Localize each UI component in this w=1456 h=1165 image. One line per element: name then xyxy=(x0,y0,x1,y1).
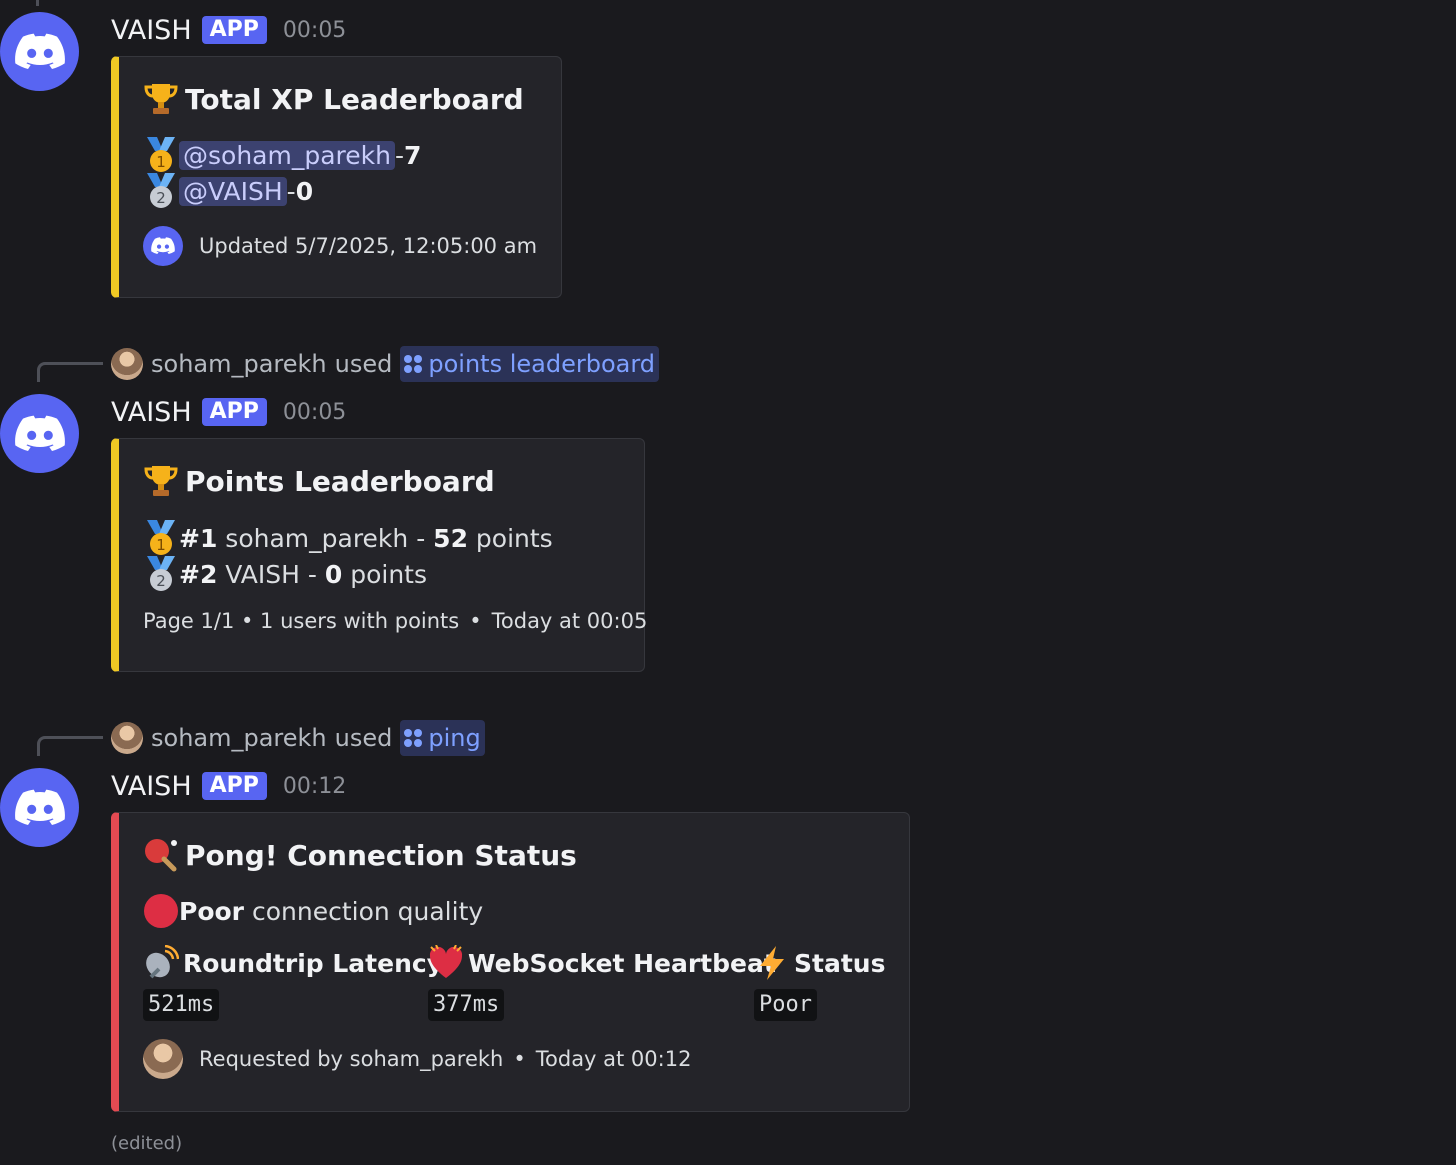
embed-xp-leaderboard: Total XP Leaderboard 1 @soham_parekh - 7… xyxy=(111,56,562,298)
timestamp[interactable]: 00:12 xyxy=(283,774,346,799)
footer-text: Page 1/1 • 1 users with points xyxy=(143,609,460,633)
slash-command-icon xyxy=(404,729,423,747)
edited-label: (edited) xyxy=(111,1133,183,1154)
satellite-dish-icon xyxy=(143,945,179,981)
footer-text: Requested by soham_parekh xyxy=(199,1047,504,1071)
app-tag: APP xyxy=(201,16,267,44)
reply-connector xyxy=(37,362,103,382)
embed-ping-status: Pong! Connection Status Poor connection … xyxy=(111,812,910,1112)
latency-value: 521ms xyxy=(143,989,220,1021)
embed-points-leaderboard: Points Leaderboard 1 #1 soham_parekh - 5… xyxy=(111,438,648,672)
slash-command-pill[interactable]: points leaderboard xyxy=(400,346,660,382)
slash-command-icon xyxy=(404,355,423,373)
command-reply-line: soham_parekh used points leaderboard xyxy=(111,346,660,382)
discord-logo-icon xyxy=(14,789,65,825)
reply-connector xyxy=(37,736,103,756)
svg-text:1: 1 xyxy=(156,153,166,171)
footer-timestamp: Today at 00:05 xyxy=(491,609,648,633)
xp-value: 0 xyxy=(295,176,314,206)
thread-line-top xyxy=(36,0,40,6)
points-value: 52 xyxy=(433,523,468,553)
field-roundtrip-latency: Roundtrip Latency 521ms xyxy=(143,945,443,1021)
command-reply-line: soham_parekh used ping xyxy=(111,720,485,756)
leaderboard-entry: 1 @soham_parekh - 7 xyxy=(143,137,421,173)
trophy-icon xyxy=(143,463,179,499)
leaderboard-entry: 1 #1 soham_parekh - 52 points xyxy=(143,520,553,556)
app-tag: APP xyxy=(201,772,267,800)
connection-quality: Poor connection quality xyxy=(143,893,483,929)
footer-timestamp: Today at 00:12 xyxy=(535,1047,692,1071)
timestamp[interactable]: 00:05 xyxy=(283,18,346,43)
red-circle-icon xyxy=(143,893,179,929)
username[interactable]: VAISH xyxy=(111,397,192,428)
rank: #2 xyxy=(179,559,218,589)
embed-title: Pong! Connection Status xyxy=(143,837,577,873)
second-place-medal-icon: 2 xyxy=(143,173,179,209)
message-header: VAISH APP 00:12 xyxy=(111,769,346,803)
field-websocket-heartbeat: WebSocket Heartbeat 377ms xyxy=(428,945,776,1021)
heartbeat-value: 377ms xyxy=(428,989,505,1021)
discord-logo-icon xyxy=(14,415,65,451)
user-mention[interactable]: @soham_parekh xyxy=(179,140,395,170)
username[interactable]: VAISH xyxy=(111,771,192,802)
embed-title: Points Leaderboard xyxy=(143,463,495,499)
ping-pong-icon xyxy=(143,837,179,873)
bot-avatar[interactable] xyxy=(0,12,79,91)
svg-text:2: 2 xyxy=(156,189,166,207)
embed-title: Total XP Leaderboard xyxy=(143,81,524,117)
discord-icon xyxy=(143,226,183,266)
reply-username[interactable]: soham_parekh xyxy=(151,724,327,752)
svg-text:1: 1 xyxy=(156,536,166,554)
reply-username[interactable]: soham_parekh xyxy=(151,350,327,378)
message-header: VAISH APP 00:05 xyxy=(111,395,346,429)
field-status: Status Poor xyxy=(754,945,885,1021)
bot-avatar[interactable] xyxy=(0,768,79,847)
embed-footer: Requested by soham_parekh • Today at 00:… xyxy=(143,1039,691,1079)
requester-avatar xyxy=(143,1039,183,1079)
first-place-medal-icon: 1 xyxy=(143,520,179,556)
heart-icon xyxy=(428,945,464,981)
message-header: VAISH APP 00:05 xyxy=(111,13,346,47)
trophy-icon xyxy=(143,81,179,117)
svg-text:2: 2 xyxy=(156,572,166,590)
lightning-icon xyxy=(754,945,790,981)
bot-avatar[interactable] xyxy=(0,394,79,473)
reply-user-avatar[interactable] xyxy=(111,722,143,754)
points-value: 0 xyxy=(324,559,343,589)
embed-footer: Page 1/1 • 1 users with points • Today a… xyxy=(143,609,648,633)
player-name: soham_parekh - xyxy=(217,523,434,553)
leaderboard-entry: 2 #2 VAISH - 0 points xyxy=(143,556,427,592)
user-mention[interactable]: @VAISH xyxy=(179,176,287,206)
app-tag: APP xyxy=(201,398,267,426)
username[interactable]: VAISH xyxy=(111,15,192,46)
second-place-medal-icon: 2 xyxy=(143,556,179,592)
slash-command-pill[interactable]: ping xyxy=(400,720,485,756)
leaderboard-entry: 2 @VAISH - 0 xyxy=(143,173,313,209)
player-name: VAISH - xyxy=(217,559,325,589)
reply-user-avatar[interactable] xyxy=(111,348,143,380)
embed-footer: Updated 5/7/2025, 12:05:00 am xyxy=(143,226,537,266)
xp-value: 7 xyxy=(404,140,422,170)
discord-logo-icon xyxy=(14,33,65,69)
status-value: Poor xyxy=(754,989,817,1021)
timestamp[interactable]: 00:05 xyxy=(283,400,346,425)
rank: #1 xyxy=(179,523,218,553)
first-place-medal-icon: 1 xyxy=(143,137,179,173)
footer-text: Updated 5/7/2025, 12:05:00 am xyxy=(199,234,538,258)
